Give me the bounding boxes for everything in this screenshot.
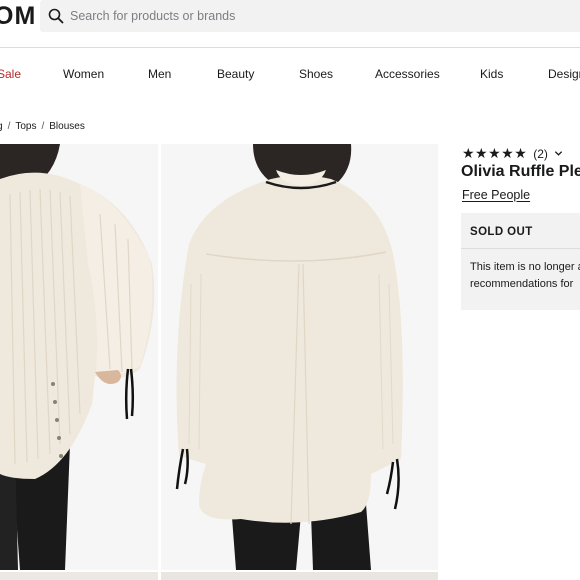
product-image-back[interactable] <box>161 144 438 570</box>
search-input[interactable] <box>70 9 470 23</box>
product-title: Olivia Ruffle Ple <box>461 163 580 180</box>
sold-out-heading: SOLD OUT <box>470 226 533 238</box>
sold-out-message: This item is no longer a recommendations… <box>470 259 580 293</box>
nav-item-kids[interactable]: Kids <box>480 67 503 81</box>
nav-item-shoes[interactable]: Shoes <box>299 67 333 81</box>
nav-item-men[interactable]: Men <box>148 67 171 81</box>
breadcrumb-separator: / <box>7 121 11 132</box>
thumbnail[interactable] <box>0 572 158 580</box>
breadcrumb: g / Tops / Blouses <box>0 121 85 132</box>
chevron-down-icon[interactable] <box>554 149 563 158</box>
nav-item-designers[interactable]: Design <box>548 67 580 81</box>
breadcrumb-item[interactable]: g <box>0 121 3 132</box>
sold-out-message-line-2: recommendations for <box>470 278 574 290</box>
rating-summary[interactable]: ★★★★★ (2) <box>462 145 563 162</box>
panel-divider <box>461 248 580 249</box>
sold-out-panel: SOLD OUT This item is no longer a recomm… <box>461 213 580 310</box>
breadcrumb-item-tops[interactable]: Tops <box>15 121 36 132</box>
review-count: (2) <box>533 146 548 161</box>
search-bar[interactable] <box>40 0 580 32</box>
product-image-side[interactable] <box>0 144 158 570</box>
header-divider <box>0 47 580 48</box>
logo[interactable]: OM <box>0 2 36 31</box>
nav-item-sale[interactable]: Sale <box>0 67 21 81</box>
thumbnail-strip <box>0 572 580 580</box>
main-nav: Sale Women Men Beauty Shoes Accessories … <box>0 67 580 85</box>
brand-link[interactable]: Free People <box>462 188 530 202</box>
search-icon <box>48 8 64 24</box>
nav-item-accessories[interactable]: Accessories <box>375 67 440 81</box>
star-rating: ★★★★★ <box>462 145 528 161</box>
nav-item-beauty[interactable]: Beauty <box>217 67 254 81</box>
breadcrumb-item-blouses[interactable]: Blouses <box>49 121 85 132</box>
sold-out-message-line-1: This item is no longer a <box>470 261 580 273</box>
breadcrumb-separator: / <box>41 121 45 132</box>
thumbnail[interactable] <box>161 572 438 580</box>
nav-item-women[interactable]: Women <box>63 67 104 81</box>
